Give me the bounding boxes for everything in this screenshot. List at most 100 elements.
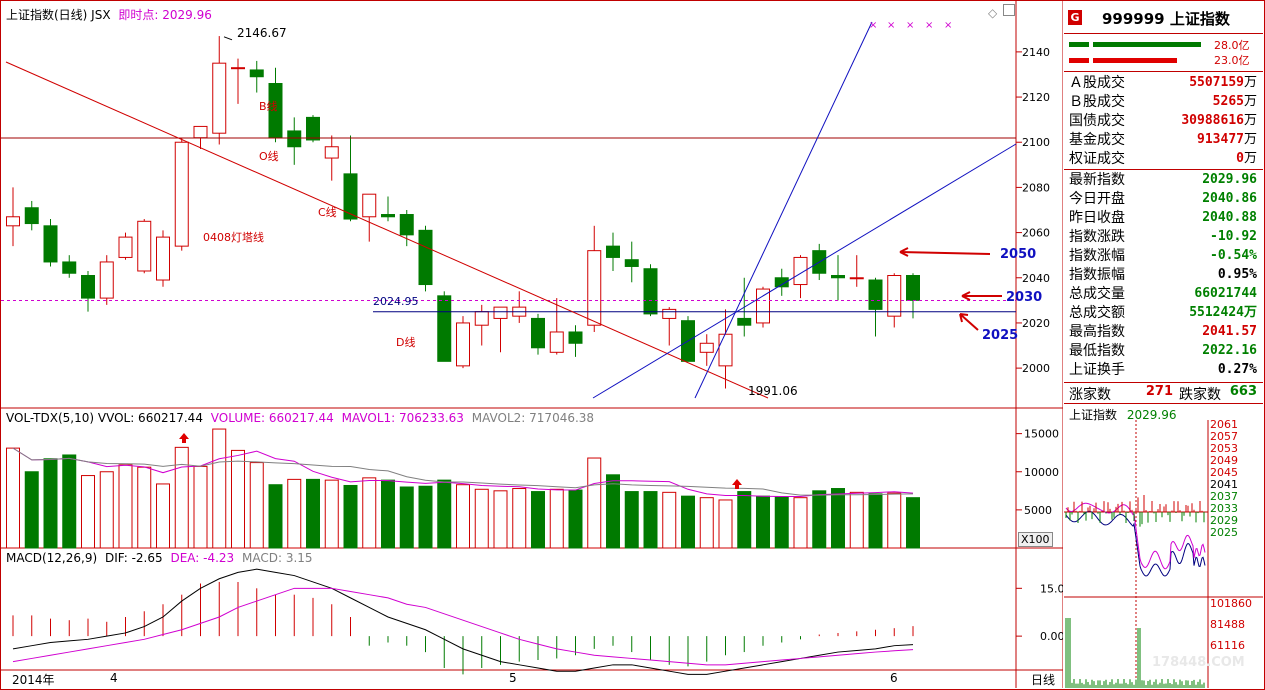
candle[interactable] (437, 295, 452, 362)
volume-bar[interactable] (531, 491, 545, 549)
volume-bar[interactable] (324, 479, 339, 549)
volume-bar[interactable] (831, 488, 845, 549)
candle[interactable] (643, 268, 658, 315)
volume-bar[interactable] (399, 486, 414, 549)
candle[interactable] (587, 250, 602, 326)
volume-bar[interactable] (268, 484, 283, 549)
candle[interactable] (568, 331, 583, 344)
candle[interactable] (306, 116, 320, 141)
candle[interactable] (756, 288, 770, 324)
candle[interactable] (418, 229, 433, 286)
candle[interactable] (737, 317, 752, 326)
candle[interactable] (6, 216, 20, 227)
candle[interactable] (362, 193, 377, 218)
volume-bar[interactable] (362, 477, 377, 549)
volume-bar[interactable] (6, 447, 20, 549)
volume-bar[interactable] (643, 491, 658, 549)
volume-bar[interactable] (849, 491, 864, 549)
candle[interactable] (474, 311, 489, 326)
candle[interactable] (99, 261, 114, 299)
candle[interactable] (231, 67, 245, 70)
candle[interactable] (606, 245, 620, 258)
candle[interactable] (662, 308, 677, 319)
volume-bar[interactable] (418, 485, 433, 549)
candle[interactable] (399, 214, 414, 236)
volume-bar[interactable] (156, 483, 170, 549)
candle[interactable] (174, 141, 189, 247)
volume-bar[interactable] (174, 446, 189, 549)
index-value: 2041.57 (1202, 324, 1257, 339)
candle[interactable] (43, 225, 58, 263)
volume-bar[interactable] (137, 466, 152, 549)
candle[interactable] (849, 277, 864, 280)
volume-bar[interactable] (212, 428, 227, 549)
volume-bar[interactable] (868, 493, 883, 549)
volume-bar[interactable] (306, 478, 320, 549)
macd-tick-label: 0.00 (1040, 630, 1063, 643)
candle[interactable] (531, 317, 545, 349)
volume-bar[interactable] (906, 497, 920, 549)
candle[interactable] (156, 236, 170, 281)
volume-bar[interactable] (81, 475, 95, 549)
volume-bar[interactable] (437, 479, 452, 549)
volume-bar[interactable] (249, 462, 264, 549)
volume-bar[interactable] (774, 496, 789, 549)
volume-bar[interactable] (24, 471, 39, 549)
candle[interactable] (81, 275, 95, 299)
volume-bar[interactable] (793, 497, 808, 549)
volume-bar[interactable] (606, 474, 620, 549)
volume-bar[interactable] (118, 464, 133, 549)
candle[interactable] (549, 331, 564, 353)
target-2050-label: 2050 (1000, 247, 1037, 262)
volume-bar[interactable] (662, 491, 677, 549)
volume-bar[interactable] (699, 497, 714, 549)
candle[interactable] (456, 322, 470, 367)
volume-bar[interactable] (381, 479, 395, 549)
volume-bar[interactable] (287, 478, 302, 549)
volume-bar[interactable] (231, 449, 245, 549)
volume-bar[interactable] (62, 454, 77, 549)
volume-bar[interactable] (549, 488, 564, 549)
candle[interactable] (381, 214, 395, 218)
volume-bar[interactable] (756, 495, 770, 549)
volume-bar[interactable] (43, 458, 58, 549)
candle[interactable] (831, 275, 845, 279)
candle[interactable] (118, 236, 133, 258)
volume-bar[interactable] (493, 490, 508, 549)
candle[interactable] (62, 261, 77, 274)
candle[interactable] (212, 62, 227, 134)
volume-bar[interactable] (193, 465, 208, 549)
index-value: 0.95% (1217, 267, 1257, 282)
volume-bar[interactable] (587, 457, 602, 549)
candle[interactable] (699, 342, 714, 353)
candle[interactable] (249, 69, 264, 78)
period-button[interactable]: 日线 (1028, 671, 1058, 688)
candle[interactable] (718, 333, 733, 367)
volume-bar[interactable] (624, 491, 639, 549)
candle[interactable] (906, 275, 920, 301)
candle[interactable] (624, 259, 639, 267)
candle[interactable] (193, 125, 208, 139)
volume-bar[interactable] (812, 490, 827, 549)
candle[interactable] (324, 146, 339, 159)
volume-bar[interactable] (568, 489, 583, 549)
candle[interactable] (493, 306, 508, 319)
candle[interactable] (287, 130, 302, 148)
volume-bar[interactable] (681, 495, 695, 549)
candle[interactable] (868, 279, 883, 310)
volume-bar[interactable] (343, 484, 358, 549)
chart-toggle-icon[interactable] (1003, 4, 1015, 16)
candle[interactable] (887, 275, 902, 317)
candle[interactable] (24, 207, 39, 225)
volume-bar[interactable] (474, 488, 489, 549)
volume-bar[interactable] (887, 492, 902, 549)
volume-bar[interactable] (737, 491, 752, 549)
chart-collapse-icon[interactable]: ◇ (988, 6, 997, 20)
volume-bar[interactable] (456, 484, 470, 549)
volume-bar[interactable] (99, 471, 114, 549)
main-chart-area[interactable]: × × × × × 2140 2120 2100 2080 2060 2040 2020 2000 15… (0, 0, 1063, 688)
volume-bar[interactable] (512, 488, 527, 549)
turnover-label: Ａ股成交 (1069, 75, 1125, 91)
volume-bar[interactable] (718, 499, 733, 549)
candle[interactable] (137, 220, 152, 272)
